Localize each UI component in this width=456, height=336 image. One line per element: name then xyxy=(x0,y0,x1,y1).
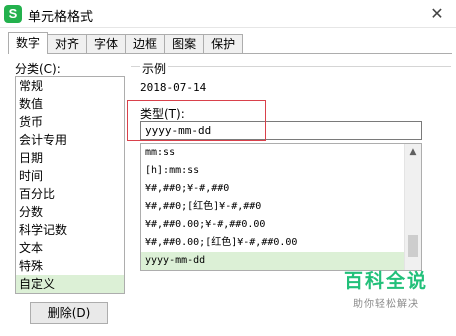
format-list-scrollbar[interactable]: ▲ xyxy=(404,144,421,270)
tab-protection[interactable]: 保护 xyxy=(203,34,244,54)
category-item-custom[interactable]: 自定义 xyxy=(16,275,124,293)
tab-border[interactable]: 边框 xyxy=(125,34,166,54)
scroll-up-arrow-icon[interactable]: ▲ xyxy=(405,144,421,160)
watermark-logo: 百科全说 助你轻松解决 xyxy=(318,266,454,310)
format-item[interactable]: ¥#,##0;¥-#,##0 xyxy=(141,180,421,198)
category-item-accounting[interactable]: 会计专用 xyxy=(16,131,124,149)
category-item-scientific[interactable]: 科学记数 xyxy=(16,221,124,239)
type-label: 类型(T): xyxy=(140,107,185,121)
category-label: 分类(C): xyxy=(15,62,61,76)
watermark-title: 百科全说 xyxy=(343,271,428,292)
category-item-text[interactable]: 文本 xyxy=(16,239,124,257)
category-item-general[interactable]: 常规 xyxy=(16,77,124,95)
tab-alignment[interactable]: 对齐 xyxy=(47,34,88,54)
close-icon[interactable]: ✕ xyxy=(426,3,448,25)
delete-button[interactable]: 删除(D) xyxy=(30,302,108,324)
sample-label: 示例 xyxy=(140,60,169,77)
tab-number[interactable]: 数字 xyxy=(8,32,49,54)
category-item-special[interactable]: 特殊 xyxy=(16,257,124,275)
category-item-fraction[interactable]: 分数 xyxy=(16,203,124,221)
category-item-date[interactable]: 日期 xyxy=(16,149,124,167)
window-title: 单元格格式 xyxy=(28,10,94,25)
format-item[interactable]: ¥#,##0.00;[红色]¥-#,##0.00 xyxy=(141,234,421,252)
category-item-number[interactable]: 数值 xyxy=(16,95,124,113)
tab-font[interactable]: 字体 xyxy=(86,34,127,54)
format-item[interactable]: [h]:mm:ss xyxy=(141,162,421,180)
watermark-subtitle: 助你轻松解决 xyxy=(353,299,419,310)
format-item[interactable]: mm:ss xyxy=(141,144,421,162)
format-item[interactable]: ¥#,##0;[红色]¥-#,##0 xyxy=(141,198,421,216)
scrollbar-thumb[interactable] xyxy=(408,235,418,257)
format-list[interactable]: mm:ss [h]:mm:ss ¥#,##0;¥-#,##0 ¥#,##0;[红… xyxy=(140,143,422,271)
category-item-percentage[interactable]: 百分比 xyxy=(16,185,124,203)
wps-app-icon: S xyxy=(4,5,22,23)
type-input[interactable]: yyyy-mm-dd xyxy=(140,121,422,140)
format-item[interactable]: ¥#,##0.00;¥-#,##0.00 xyxy=(141,216,421,234)
category-list[interactable]: 常规 数值 货币 会计专用 日期 时间 百分比 分数 科学记数 文本 特殊 自定… xyxy=(15,76,125,294)
category-item-currency[interactable]: 货币 xyxy=(16,113,124,131)
tab-bar: 数字 对齐 字体 边框 图案 保护 xyxy=(8,32,244,54)
title-bar: S 单元格格式 ✕ xyxy=(0,0,456,28)
tab-pattern[interactable]: 图案 xyxy=(164,34,205,54)
sample-value: 2018-07-14 xyxy=(140,81,207,94)
category-item-time[interactable]: 时间 xyxy=(16,167,124,185)
